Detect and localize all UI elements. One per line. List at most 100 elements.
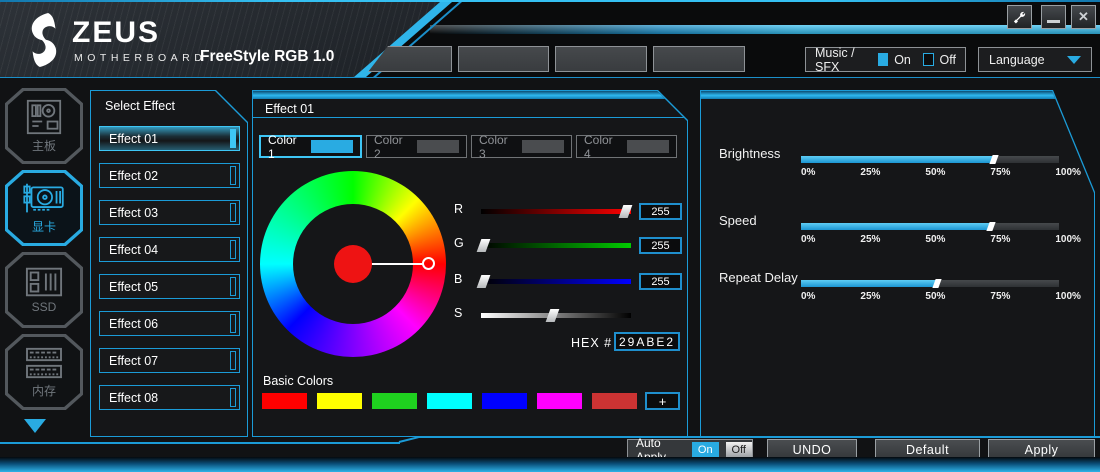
select-effect-title: Select Effect: [105, 99, 175, 113]
repeat-delay-label: Repeat Delay: [719, 270, 798, 285]
decor-line: [417, 436, 1100, 438]
speed-ticks: 0%25%50%75%100%: [801, 234, 1081, 245]
color-tab-2[interactable]: Color 2: [366, 135, 467, 158]
sidebar-item-ssd[interactable]: SSD: [5, 252, 83, 328]
hex-label: HEX #: [571, 336, 612, 350]
language-dropdown[interactable]: Language: [978, 47, 1092, 72]
green-slider-handle[interactable]: [476, 239, 490, 252]
effect-button-6[interactable]: Effect 06: [99, 311, 240, 336]
settings-button[interactable]: [1007, 5, 1032, 29]
basic-color-swatch-6[interactable]: [537, 393, 582, 409]
motherboard-icon: [25, 99, 63, 135]
header-tab-2[interactable]: [458, 46, 549, 72]
sidebar-label-ssd: SSD: [32, 300, 57, 314]
ram-icon: [25, 346, 63, 380]
effect-button-3[interactable]: Effect 03: [99, 200, 240, 225]
basic-color-swatch-7[interactable]: [592, 393, 637, 409]
repeat-delay-slider-fill[interactable]: [801, 280, 938, 287]
decor-line: [399, 436, 419, 443]
effect-button-7[interactable]: Effect 07: [99, 348, 240, 373]
red-slider-handle[interactable]: [619, 205, 633, 218]
basic-color-swatch-4[interactable]: [427, 393, 472, 409]
basic-color-swatch-1[interactable]: [262, 393, 307, 409]
color-wheel-marker[interactable]: [422, 257, 435, 270]
divider: [253, 117, 687, 118]
basic-colors-label: Basic Colors: [263, 374, 333, 388]
brightness-slider-fill[interactable]: [801, 156, 995, 163]
titlebar: ZEUS MOTHERBOARD FreeStyle RGB 1.0 ✕ Mus…: [0, 2, 1100, 77]
effect-button-8[interactable]: Effect 08: [99, 385, 240, 410]
color-tab-4-swatch: [627, 140, 669, 153]
basic-color-swatch-5[interactable]: [482, 393, 527, 409]
color-tab-1[interactable]: Color 1: [259, 135, 362, 158]
speed-slider[interactable]: [801, 223, 1059, 230]
effect-button-2[interactable]: Effect 02: [99, 163, 240, 188]
red-slider[interactable]: [481, 209, 631, 214]
brightness-ticks: 0%25%50%75%100%: [801, 167, 1081, 178]
green-slider[interactable]: [481, 243, 631, 248]
green-value-field[interactable]: 255: [639, 237, 682, 254]
color-tab-4[interactable]: Color 4: [576, 135, 677, 158]
selected-color-dot: [334, 245, 372, 283]
sidebar-item-ram[interactable]: 内存: [5, 334, 83, 410]
brand-name: ZEUS: [72, 16, 160, 50]
effect-editor-title: Effect 01: [265, 102, 314, 116]
sidebar-item-gpu[interactable]: 显卡: [5, 170, 83, 246]
adjustments-panel: Brightness 0%25%50%75%100% Speed 0%25%50…: [700, 90, 1095, 437]
effect-button-5[interactable]: Effect 05: [99, 274, 240, 299]
sidebar-scroll-down-arrow-icon[interactable]: [24, 419, 46, 433]
color-tab-3[interactable]: Color 3: [471, 135, 572, 158]
music-off-checkbox[interactable]: [923, 53, 934, 66]
sidebar-item-motherboard[interactable]: 主板: [5, 88, 83, 164]
brightness-label: Brightness: [719, 146, 780, 161]
close-button[interactable]: ✕: [1071, 5, 1096, 29]
effect-button-4[interactable]: Effect 04: [99, 237, 240, 262]
close-icon: ✕: [1078, 9, 1089, 25]
header-tab-4[interactable]: [653, 46, 745, 72]
speed-label: Speed: [719, 213, 757, 228]
slider-label-r: R: [454, 202, 463, 216]
effect-editor-panel: Effect 01 Color 1 Color 2 Color 3 Color …: [252, 90, 688, 437]
zeus-logo-icon: [26, 13, 62, 67]
header-tab-3[interactable]: [555, 46, 647, 72]
decor-line: [0, 442, 400, 444]
saturation-slider-handle[interactable]: [545, 309, 559, 322]
hex-value-field[interactable]: 29ABE2: [614, 332, 680, 351]
music-off-label: Off: [940, 53, 956, 67]
minimize-icon: [1047, 20, 1060, 23]
app-window: ZEUS MOTHERBOARD FreeStyle RGB 1.0 ✕ Mus…: [0, 0, 1100, 472]
auto-apply-on-toggle[interactable]: On: [692, 442, 718, 458]
blue-slider[interactable]: [481, 279, 631, 284]
music-sfx-control: Music / SFX On Off: [805, 47, 966, 72]
app-title: FreeStyle RGB 1.0: [200, 48, 334, 66]
basic-color-swatch-3[interactable]: [372, 393, 417, 409]
music-on-label: On: [894, 53, 911, 67]
brightness-slider[interactable]: [801, 156, 1059, 163]
minimize-button[interactable]: [1041, 5, 1066, 29]
brand-subtitle: MOTHERBOARD: [74, 52, 206, 64]
wrench-icon: [1012, 10, 1027, 25]
effect-button-1[interactable]: Effect 01: [99, 126, 240, 151]
repeat-delay-slider[interactable]: [801, 280, 1059, 287]
select-effect-panel: Select Effect Effect 01 Effect 02 Effect…: [90, 90, 248, 437]
blue-value-field[interactable]: 255: [639, 273, 682, 290]
auto-apply-off-toggle[interactable]: Off: [726, 442, 752, 458]
music-sfx-label: Music / SFX: [815, 46, 868, 74]
red-value-field[interactable]: 255: [639, 203, 682, 220]
repeat-delay-ticks: 0%25%50%75%100%: [801, 291, 1081, 302]
ssd-icon: [25, 266, 63, 298]
saturation-slider[interactable]: [481, 313, 631, 318]
language-label: Language: [989, 53, 1045, 67]
color-tab-1-swatch: [311, 140, 353, 153]
window-bottom-glow: [0, 457, 1100, 472]
blue-slider-handle[interactable]: [476, 275, 490, 288]
titlebar-accent-bar: [430, 25, 1100, 34]
color-wheel[interactable]: [260, 171, 446, 357]
speed-slider-fill[interactable]: [801, 223, 992, 230]
slider-label-g: G: [454, 236, 464, 250]
add-color-button[interactable]: +: [645, 392, 680, 410]
music-on-checkbox[interactable]: [878, 53, 888, 66]
slider-label-b: B: [454, 272, 462, 286]
color-tab-2-swatch: [417, 140, 459, 153]
basic-color-swatch-2[interactable]: [317, 393, 362, 409]
